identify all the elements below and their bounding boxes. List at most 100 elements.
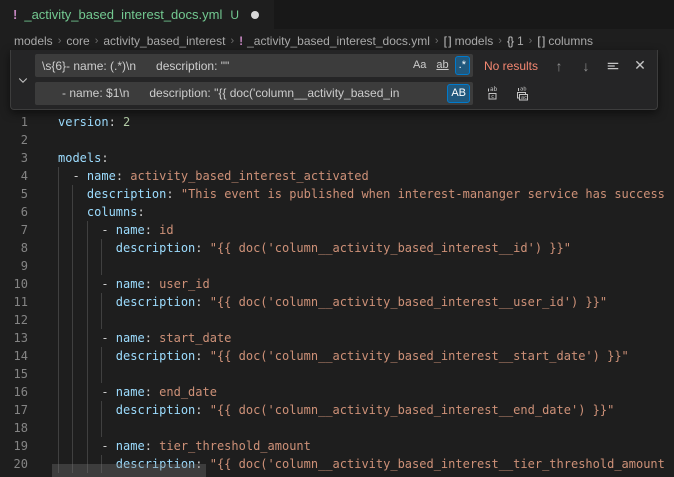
preserve-case-toggle[interactable]: AB xyxy=(447,84,470,103)
indent-guide xyxy=(72,311,73,329)
breadcrumb-separator-icon: › xyxy=(225,35,239,47)
unsaved-dot-icon[interactable] xyxy=(251,11,259,19)
svg-text:ab: ab xyxy=(490,86,498,93)
toggle-replace-button[interactable] xyxy=(11,50,35,109)
horizontal-scrollbar-thumb[interactable] xyxy=(52,464,206,477)
code-line[interactable]: 3models: xyxy=(0,149,674,167)
tab-active-file[interactable]: ! _activity_based_interest_docs.yml U xyxy=(0,0,274,29)
find-results-count: No results xyxy=(484,59,538,73)
indent-guide xyxy=(58,365,59,383)
previous-match-button[interactable]: ↑ xyxy=(550,57,568,75)
breadcrumb-item[interactable]: models xyxy=(14,34,53,48)
replace-icon: ab c xyxy=(486,85,502,101)
breadcrumb-item[interactable]: [ ] columns xyxy=(537,34,593,48)
find-widget: \s{6}- name: (.*)\n description: "" Aa a… xyxy=(10,50,658,110)
close-find-button[interactable]: ✕ xyxy=(631,57,649,75)
find-in-selection-button[interactable] xyxy=(604,57,622,75)
code-line[interactable]: 6 columns: xyxy=(0,203,674,221)
code-line[interactable]: 10 - name: user_id xyxy=(0,275,674,293)
symbol-object-icon: {} xyxy=(507,34,513,48)
line-number: 19 xyxy=(0,437,28,455)
indent-guide xyxy=(72,419,73,437)
line-number: 9 xyxy=(0,257,28,275)
line-number: 14 xyxy=(0,347,28,365)
breadcrumb-item[interactable]: core xyxy=(66,34,89,48)
line-number: 13 xyxy=(0,329,28,347)
code-line[interactable]: 7 - name: id xyxy=(0,221,674,239)
replace-all-icon: ab ac xyxy=(515,85,531,101)
match-case-toggle[interactable]: Aa xyxy=(409,56,430,75)
svg-text:ac: ac xyxy=(521,95,527,101)
indent-guide xyxy=(87,419,88,437)
find-widget-body: \s{6}- name: (.*)\n description: "" Aa a… xyxy=(35,50,657,109)
replace-all-button[interactable]: ab ac xyxy=(514,84,532,102)
breadcrumb-separator-icon: › xyxy=(90,35,104,47)
indent-guide xyxy=(101,257,102,275)
breadcrumb-label: models xyxy=(14,34,53,48)
line-number: 3 xyxy=(0,149,28,167)
line-number: 17 xyxy=(0,401,28,419)
breadcrumb-item[interactable]: ! _activity_based_interest_docs.yml xyxy=(239,34,430,48)
breadcrumb-label: _activity_based_interest_docs.yml xyxy=(247,34,430,48)
line-number: 18 xyxy=(0,419,28,437)
replace-value-text: - name: $1\n description: "{{ doc('colum… xyxy=(42,86,445,100)
line-number: 10 xyxy=(0,275,28,293)
line-number: 16 xyxy=(0,383,28,401)
breadcrumb-item[interactable]: [ ]models xyxy=(444,34,494,48)
find-input[interactable]: \s{6}- name: (.*)\n description: "" Aa a… xyxy=(35,54,473,77)
code-line[interactable]: 11 description: "{{ doc('column__activit… xyxy=(0,293,674,311)
whole-word-label: ab xyxy=(436,59,448,71)
code-line[interactable]: 12 xyxy=(0,311,674,329)
whole-word-toggle[interactable]: ab xyxy=(432,56,452,75)
code-line[interactable]: 14 description: "{{ doc('column__activit… xyxy=(0,347,674,365)
code-line[interactable]: 17 description: "{{ doc('column__activit… xyxy=(0,401,674,419)
git-untracked-badge: U xyxy=(230,8,239,22)
regex-toggle[interactable]: .* xyxy=(455,56,470,75)
indent-guide xyxy=(72,365,73,383)
indent-guide xyxy=(58,257,59,275)
indent-guide xyxy=(58,419,59,437)
symbol-array-icon: [ ] xyxy=(444,34,451,48)
replace-actions: ab c ab ac xyxy=(485,84,532,102)
breadcrumb-item[interactable]: activity_based_interest xyxy=(103,34,225,48)
line-number: 8 xyxy=(0,239,28,257)
breadcrumb-separator-icon: › xyxy=(493,35,507,47)
chevron-down-icon xyxy=(17,74,29,86)
indent-guide xyxy=(87,257,88,275)
line-number: 2 xyxy=(0,131,28,149)
code-line[interactable]: 18 xyxy=(0,419,674,437)
breadcrumb-label: columns xyxy=(548,34,593,48)
indent-guide xyxy=(87,311,88,329)
selection-lines-icon xyxy=(606,59,620,73)
code-line[interactable]: 5 description: "This event is published … xyxy=(0,185,674,203)
breadcrumb-separator-icon: › xyxy=(430,35,444,47)
code-line[interactable]: 9 xyxy=(0,257,674,275)
symbol-array-icon: [ ] xyxy=(537,34,544,48)
breadcrumb-separator-icon: › xyxy=(524,35,538,47)
code-line[interactable]: 13 - name: start_date xyxy=(0,329,674,347)
line-number: 15 xyxy=(0,365,28,383)
code-line[interactable]: 15 xyxy=(0,365,674,383)
line-number: 5 xyxy=(0,185,28,203)
breadcrumb-item[interactable]: {}1 xyxy=(507,34,524,48)
code-line[interactable]: 16 - name: end_date xyxy=(0,383,674,401)
tab-filename: _activity_based_interest_docs.yml xyxy=(24,7,222,22)
replace-input[interactable]: - name: $1\n description: "{{ doc('colum… xyxy=(35,82,473,105)
code-line[interactable]: 8 description: "{{ doc('column__activity… xyxy=(0,239,674,257)
code-line[interactable]: 1version: 2 xyxy=(0,113,674,131)
code-line[interactable]: 19 - name: tier_threshold_amount xyxy=(0,437,674,455)
line-number: 6 xyxy=(0,203,28,221)
replace-button[interactable]: ab c xyxy=(485,84,503,102)
yaml-warning-icon: ! xyxy=(13,7,17,22)
breadcrumb-label: core xyxy=(66,34,89,48)
svg-text:c: c xyxy=(491,94,494,100)
code-line[interactable]: 2 xyxy=(0,131,674,149)
replace-row: - name: $1\n description: "{{ doc('colum… xyxy=(35,82,649,105)
symbol-warning-icon: ! xyxy=(239,34,243,48)
breadcrumb: models›core›activity_based_interest›!_ac… xyxy=(0,30,674,51)
code-line[interactable]: 4 - name: activity_based_interest_activa… xyxy=(0,167,674,185)
find-query-text: \s{6}- name: (.*)\n description: "" xyxy=(42,59,407,73)
tab-bar: ! _activity_based_interest_docs.yml U xyxy=(0,0,674,30)
next-match-button[interactable]: ↓ xyxy=(577,57,595,75)
indent-guide xyxy=(58,311,59,329)
